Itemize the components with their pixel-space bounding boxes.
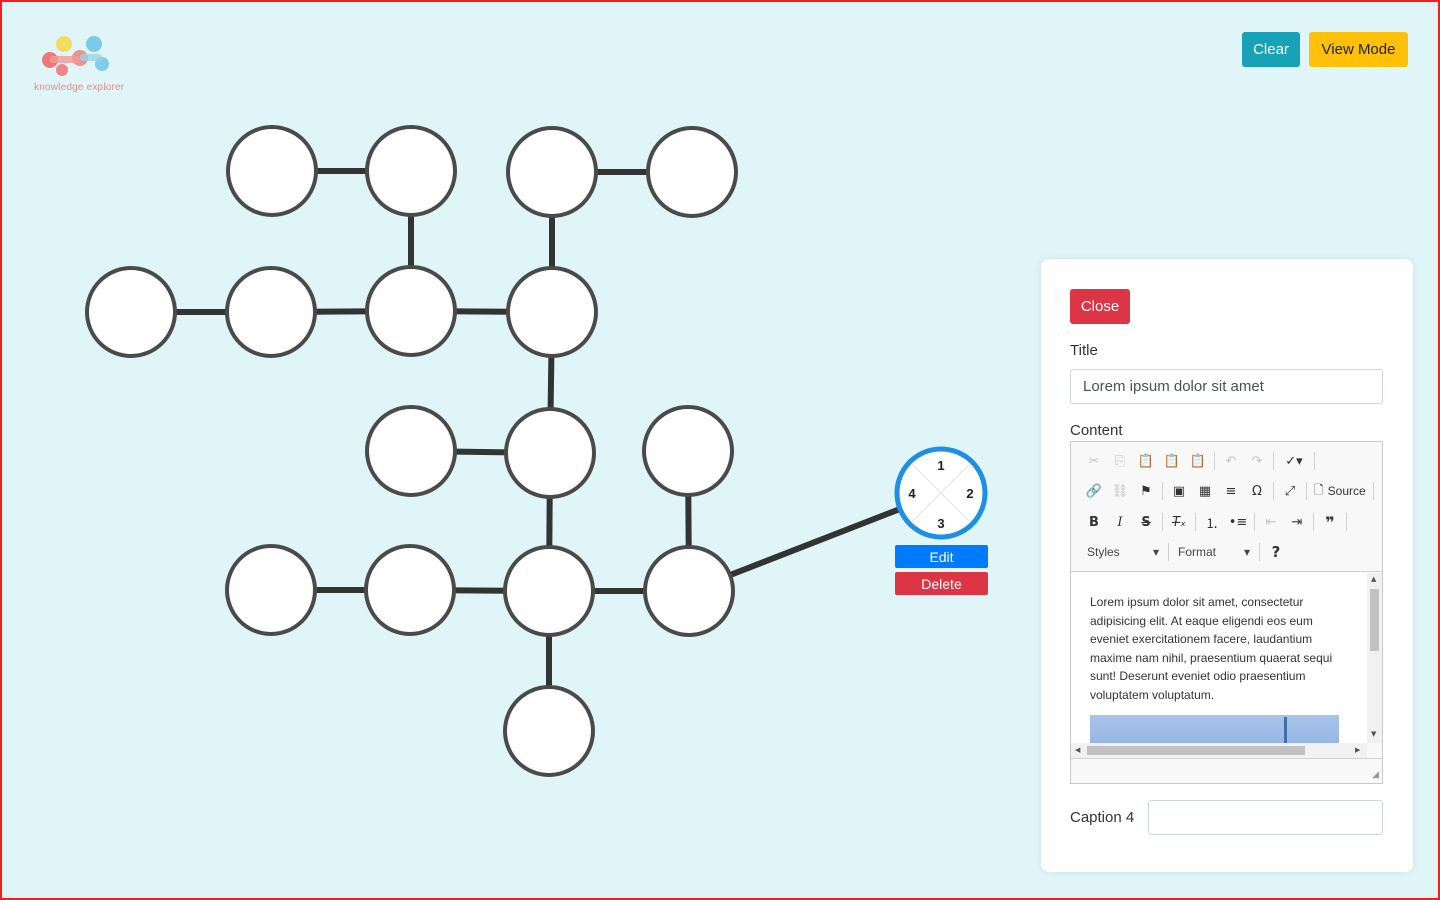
indent-icon[interactable]: ⇥ [1284, 510, 1310, 534]
spellcheck-icon[interactable]: ✓▾ [1277, 449, 1311, 473]
scroll-down-icon[interactable]: ▼ [1371, 730, 1376, 738]
graph-node[interactable] [365, 405, 457, 497]
toolbar-separator [1273, 482, 1274, 500]
content-label: Content [1070, 422, 1123, 439]
resize-handle-icon[interactable]: ◢ [1372, 770, 1379, 780]
view-mode-button[interactable]: View Mode [1309, 32, 1408, 67]
radial-quadrant-2[interactable]: 2 [966, 486, 973, 501]
unlink-icon[interactable]: ⛓ [1107, 479, 1133, 503]
format-dropdown[interactable]: Format ▾ [1172, 541, 1256, 563]
close-button[interactable]: Close [1070, 289, 1130, 324]
bold-icon[interactable]: B [1081, 510, 1107, 534]
link-icon[interactable]: 🔗 [1081, 479, 1107, 503]
styles-label: Styles [1087, 545, 1120, 559]
graph-node[interactable] [504, 407, 596, 499]
scrollbar-thumb[interactable] [1370, 589, 1379, 651]
source-label: Source [1327, 484, 1366, 498]
table-icon[interactable]: ▦ [1192, 479, 1218, 503]
maximize-icon[interactable]: ⤢ [1277, 479, 1303, 503]
paste-icon[interactable]: 📋 [1133, 449, 1159, 473]
node-edit-panel: Close Title Lorem ipsum dolor sit amet C… [1041, 259, 1413, 872]
bulleted-list-icon[interactable]: •≡ [1225, 510, 1251, 534]
editor-body-text: Lorem ipsum dolor sit amet, consectetur … [1090, 595, 1333, 702]
toolbar-separator [1195, 513, 1196, 531]
numbered-list-icon[interactable]: ⒈ [1199, 510, 1225, 534]
selected-node-radial-menu[interactable]: 1 2 3 4 [894, 446, 988, 540]
toolbar-separator [1162, 482, 1163, 500]
toolbar-separator [1313, 513, 1314, 531]
copy-icon[interactable]: ⎘ [1107, 449, 1133, 473]
graph-node[interactable] [646, 126, 738, 218]
editor-vertical-scrollbar[interactable]: ▲ ▼ [1367, 573, 1382, 743]
toolbar-separator [1372, 482, 1374, 500]
graph-node[interactable] [643, 545, 735, 637]
caption-label: Caption 4 [1070, 809, 1135, 826]
radial-quadrant-3[interactable]: 3 [937, 516, 944, 531]
special-char-icon[interactable]: Ω [1244, 479, 1270, 503]
toolbar-separator [1273, 452, 1274, 470]
title-input[interactable]: Lorem ipsum dolor sit amet [1070, 369, 1383, 404]
node-edit-button[interactable]: Edit [895, 545, 988, 568]
chevron-down-icon: ▾ [1243, 545, 1250, 559]
toolbar-separator [1168, 543, 1169, 561]
undo-icon[interactable]: ↶ [1218, 449, 1244, 473]
cut-icon[interactable]: ✂ [1081, 449, 1107, 473]
graph-node[interactable] [85, 266, 177, 358]
graph-node[interactable] [506, 266, 598, 358]
editor-toolbar: ✂ ⎘ 📋 📋 📋 ↶ ↷ ✓▾ 🔗 ⛓ ⚑ ▣ ▦ ≡ Ω ⤢ 🗋 Sourc… [1071, 442, 1382, 572]
node-delete-button[interactable]: Delete [895, 572, 988, 595]
toolbar-separator [1306, 482, 1307, 500]
graph-node[interactable] [226, 125, 318, 217]
help-icon[interactable]: ? [1263, 540, 1289, 564]
graph-node[interactable] [503, 545, 595, 637]
scroll-left-icon[interactable]: ◀ [1075, 746, 1080, 754]
paste-text-icon[interactable]: 📋 [1159, 449, 1185, 473]
toolbar-separator [1254, 513, 1255, 531]
toolbar-separator [1346, 513, 1347, 531]
scroll-up-icon[interactable]: ▲ [1371, 575, 1376, 583]
clear-button[interactable]: Clear [1242, 32, 1300, 67]
graph-node[interactable] [506, 126, 598, 218]
anchor-flag-icon[interactable]: ⚑ [1133, 479, 1159, 503]
italic-icon[interactable]: I [1107, 510, 1133, 534]
remove-format-icon[interactable]: T̶ₓ [1166, 510, 1192, 534]
scroll-right-icon[interactable]: ▶ [1355, 746, 1360, 754]
strikethrough-icon[interactable]: S [1133, 510, 1159, 534]
styles-dropdown[interactable]: Styles ▾ [1081, 541, 1165, 563]
scrollbar-thumb[interactable] [1087, 746, 1305, 755]
image-spire [1284, 717, 1287, 743]
toolbar-separator [1259, 543, 1260, 561]
format-label: Format [1178, 545, 1217, 559]
radial-quadrant-1[interactable]: 1 [937, 458, 944, 473]
graph-node[interactable] [364, 544, 456, 636]
redo-icon[interactable]: ↷ [1244, 449, 1270, 473]
source-icon: 🗋 [1314, 482, 1324, 497]
graph-node[interactable] [365, 125, 457, 217]
rich-text-editor: ✂ ⎘ 📋 📋 📋 ↶ ↷ ✓▾ 🔗 ⛓ ⚑ ▣ ▦ ≡ Ω ⤢ 🗋 Sourc… [1070, 441, 1383, 784]
graph-node[interactable] [503, 685, 595, 777]
outdent-icon[interactable]: ⇤ [1258, 510, 1284, 534]
radial-quadrant-4[interactable]: 4 [908, 486, 916, 501]
blockquote-icon[interactable]: ❞ [1317, 510, 1343, 534]
paste-word-icon[interactable]: 📋 [1185, 449, 1211, 473]
editor-footer: ◢ [1071, 758, 1382, 783]
caption-input[interactable] [1148, 800, 1383, 835]
horizontal-rule-icon[interactable]: ≡ [1218, 479, 1244, 503]
graph-node[interactable] [225, 544, 317, 636]
chevron-down-icon: ▾ [1152, 545, 1159, 559]
editor-content-area[interactable]: Lorem ipsum dolor sit amet, consectetur … [1071, 573, 1367, 743]
toolbar-separator [1162, 513, 1163, 531]
node-graph: 1 2 3 4 [85, 125, 988, 777]
editor-horizontal-scrollbar[interactable]: ◀ ▶ [1071, 743, 1367, 758]
graph-node[interactable] [225, 266, 317, 358]
graph-node[interactable] [365, 265, 457, 357]
source-button[interactable]: 🗋 Source [1310, 481, 1370, 502]
toolbar-separator [1314, 452, 1315, 470]
image-icon[interactable]: ▣ [1166, 479, 1192, 503]
toolbar-separator [1214, 452, 1215, 470]
graph-node[interactable] [642, 405, 734, 497]
app-canvas: knowledge explorer Clear View Mode 1 2 3… [0, 0, 1440, 900]
title-label: Title [1070, 342, 1098, 359]
editor-embedded-image[interactable] [1090, 715, 1339, 743]
